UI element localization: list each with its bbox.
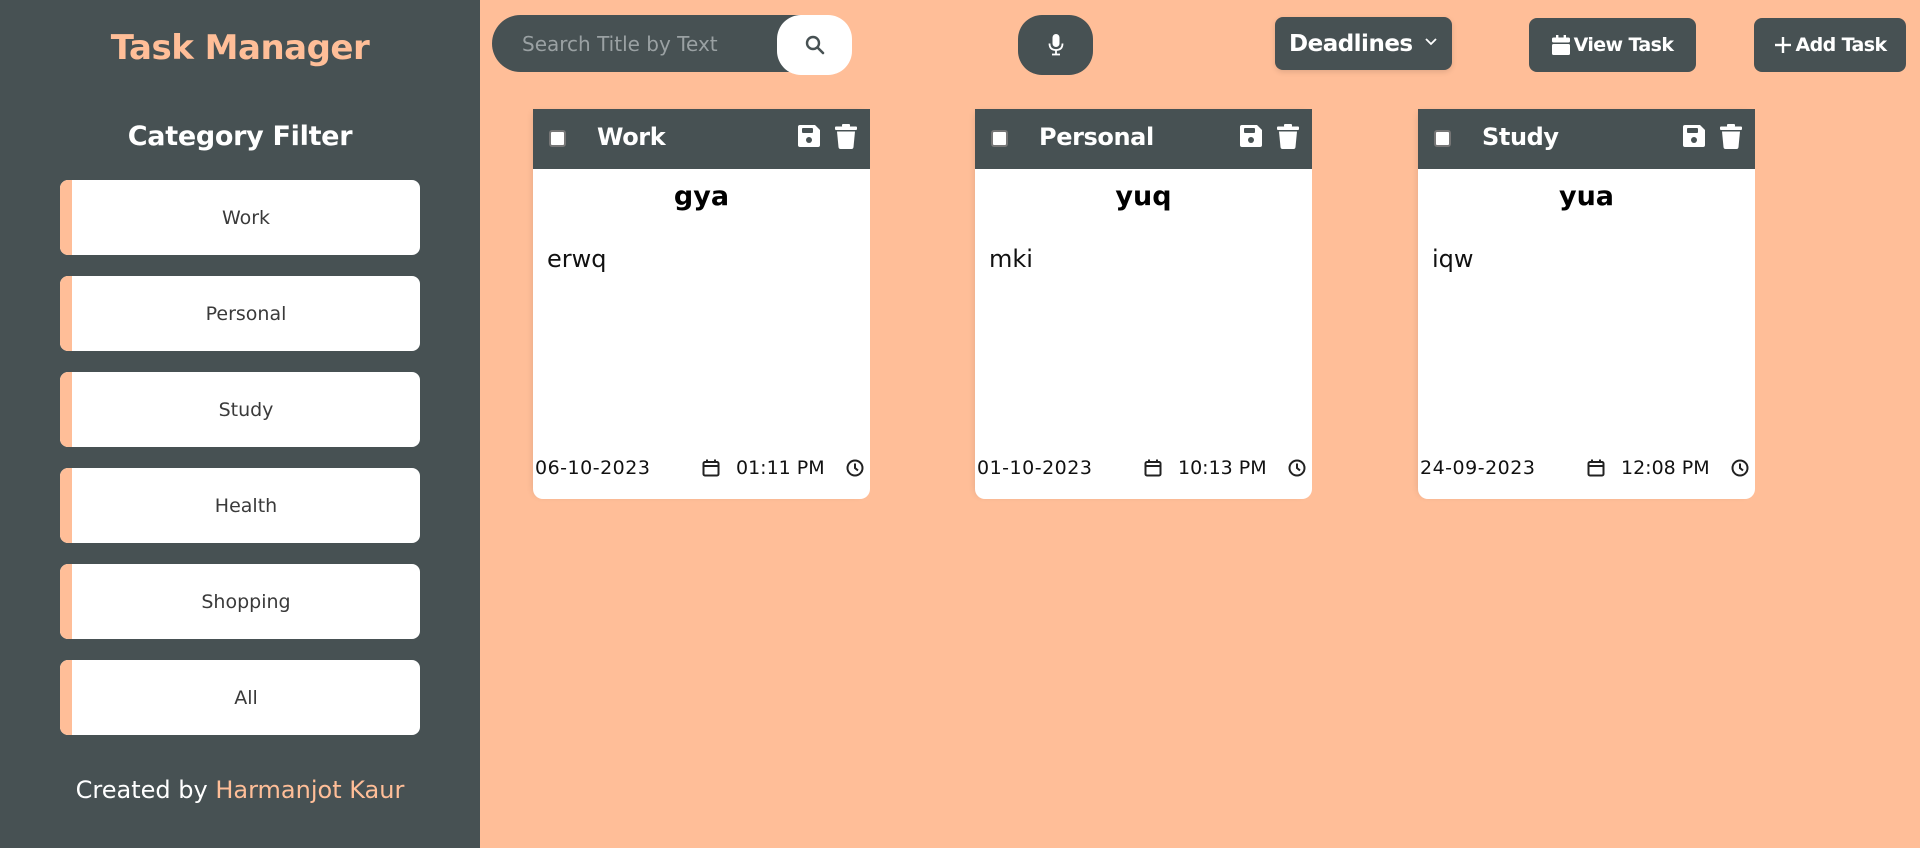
task-card: Work gya erwq 06-10-2023 01:11 PM [533, 109, 870, 499]
add-task-label: Add Task [1795, 34, 1888, 56]
footer-prefix: Created by [75, 776, 208, 804]
calendar-icon [1551, 35, 1570, 55]
task-category: Work [597, 123, 666, 151]
filter-personal-button[interactable]: Personal [60, 276, 420, 351]
task-title: yuq [1115, 181, 1172, 212]
task-manager-app: Task Manager Category Filter Work Person… [0, 0, 1920, 848]
task-time-value: 12:08 PM [1621, 457, 1710, 479]
category-filter-heading: Category Filter [127, 121, 353, 152]
task-title: gya [673, 181, 730, 212]
app-title: Task Manager [110, 28, 370, 68]
task-description: iqw [1432, 245, 1474, 273]
filter-work-button[interactable]: Work [60, 180, 420, 255]
search-icon [805, 35, 825, 55]
view-task-label: View Task [1573, 34, 1674, 56]
task-date-value: 01-10-2023 [977, 457, 1093, 479]
task-description: erwq [547, 245, 607, 273]
trash-icon[interactable] [1277, 124, 1299, 149]
save-icon[interactable] [1683, 125, 1705, 147]
footer-author: Harmanjot Kaur [215, 776, 405, 804]
filter-accent-stripe [60, 660, 72, 735]
task-card-header: Study [1418, 109, 1755, 169]
trash-icon[interactable] [1720, 124, 1742, 149]
calendar-icon[interactable] [1144, 459, 1162, 477]
add-task-button[interactable]: Add Task [1754, 18, 1906, 72]
search-input[interactable] [522, 15, 772, 72]
sort-selected-value: Deadlines [1289, 30, 1413, 57]
task-time-input[interactable]: 10:13 PM [1178, 453, 1306, 483]
filter-label: Shopping [201, 590, 291, 613]
clock-icon[interactable] [1731, 459, 1749, 477]
filter-study-button[interactable]: Study [60, 372, 420, 447]
filter-accent-stripe [60, 468, 72, 543]
task-complete-checkbox[interactable] [1434, 130, 1451, 147]
task-date-value: 06-10-2023 [535, 457, 651, 479]
task-complete-checkbox[interactable] [991, 130, 1008, 147]
search-button[interactable] [777, 15, 852, 75]
filter-all-button[interactable]: All [60, 660, 420, 735]
task-date-input[interactable]: 06-10-2023 [535, 453, 720, 483]
view-task-button[interactable]: View Task [1529, 18, 1696, 72]
task-complete-checkbox[interactable] [549, 130, 566, 147]
calendar-icon[interactable] [702, 459, 720, 477]
plus-icon [1774, 36, 1792, 54]
filter-accent-stripe [60, 564, 72, 639]
save-icon[interactable] [798, 125, 820, 147]
task-time-value: 01:11 PM [736, 457, 825, 479]
filter-accent-stripe [60, 180, 72, 255]
filter-label: Study [218, 398, 274, 421]
save-icon[interactable] [1240, 125, 1262, 147]
filter-accent-stripe [60, 372, 72, 447]
filter-shopping-button[interactable]: Shopping [60, 564, 420, 639]
category-filter-list: Work Personal Study Health Shopping All [60, 180, 420, 756]
chevron-down-icon [1424, 35, 1438, 49]
task-date-value: 24-09-2023 [1420, 457, 1536, 479]
calendar-icon[interactable] [1587, 459, 1605, 477]
clock-icon[interactable] [1288, 459, 1306, 477]
clock-icon[interactable] [846, 459, 864, 477]
task-card: Personal yuq mki 01-10-2023 10:13 PM [975, 109, 1312, 499]
sort-select[interactable]: Deadlines [1275, 17, 1452, 70]
filter-label: All [234, 686, 258, 709]
task-date-input[interactable]: 01-10-2023 [977, 453, 1162, 483]
filter-label: Personal [205, 302, 287, 325]
task-title: yua [1558, 181, 1615, 212]
task-category: Study [1482, 123, 1559, 151]
task-time-input[interactable]: 12:08 PM [1621, 453, 1749, 483]
voice-search-button[interactable] [1018, 15, 1093, 75]
task-category: Personal [1039, 123, 1154, 151]
task-card-header: Work [533, 109, 870, 169]
task-card: Study yua iqw 24-09-2023 12:08 PM [1418, 109, 1755, 499]
search-bar [492, 15, 852, 75]
task-description: mki [989, 245, 1033, 273]
task-card-header: Personal [975, 109, 1312, 169]
task-time-input[interactable]: 01:11 PM [736, 453, 864, 483]
filter-label: Health [214, 494, 278, 517]
filter-accent-stripe [60, 276, 72, 351]
trash-icon[interactable] [835, 124, 857, 149]
footer-credit: Created by Harmanjot Kaur [0, 776, 480, 804]
microphone-icon [1048, 34, 1064, 56]
task-date-input[interactable]: 24-09-2023 [1420, 453, 1605, 483]
filter-label: Work [221, 206, 271, 229]
task-time-value: 10:13 PM [1178, 457, 1267, 479]
filter-health-button[interactable]: Health [60, 468, 420, 543]
sidebar: Task Manager Category Filter Work Person… [0, 0, 480, 848]
